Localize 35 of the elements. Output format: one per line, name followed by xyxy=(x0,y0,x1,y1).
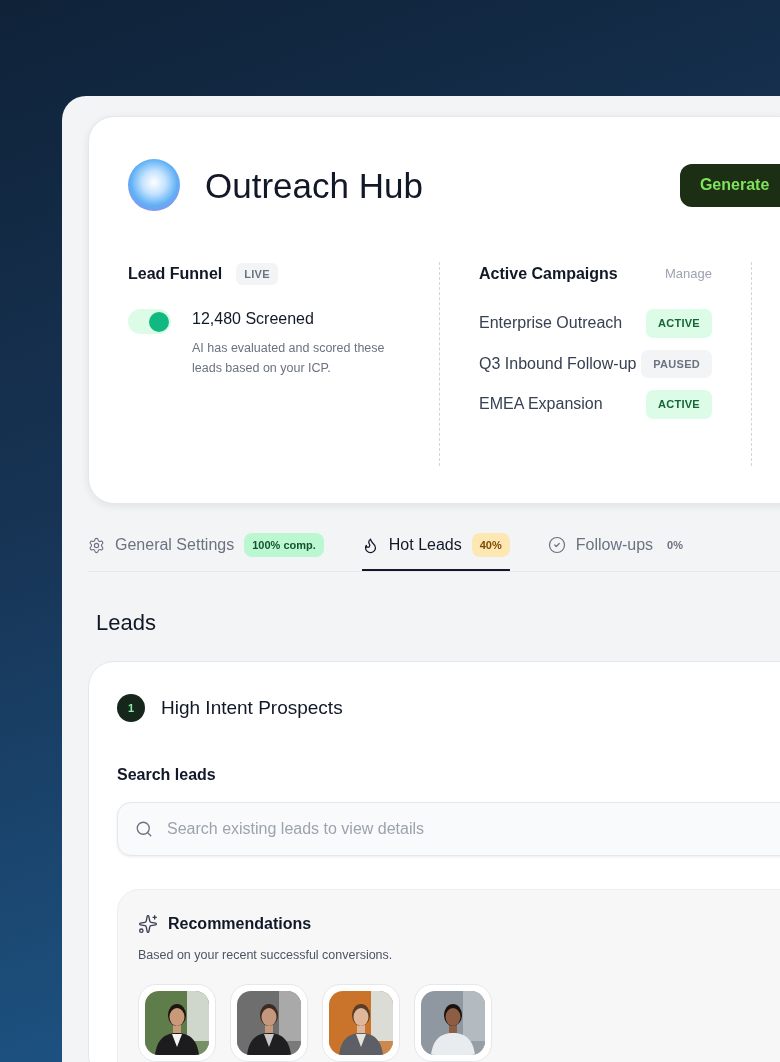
settings-icon xyxy=(88,536,105,554)
screened-count: 12,480 Screened xyxy=(192,309,315,329)
completion-tag: 100% comp. xyxy=(244,532,324,558)
tab[interactable]: General Settings 100% comp. xyxy=(88,525,324,571)
tab[interactable]: Follow-ups 0% xyxy=(547,525,687,571)
section-heading: Active Campaigns xyxy=(479,264,618,284)
section-title: Leads xyxy=(96,609,157,637)
tab-label: Hot Leads xyxy=(388,535,462,555)
step-title: High Intent Prospects xyxy=(161,696,343,720)
funnel-description: AI has evaluated and scored these leads based on your ICP. xyxy=(192,340,386,377)
status-tag: PAUSED xyxy=(641,349,712,378)
hub-title: Outreach Hub xyxy=(205,167,423,203)
search-label: Search leads xyxy=(117,764,217,785)
orb-logo xyxy=(128,159,180,211)
campaign-name: Enterprise Outreach xyxy=(479,313,624,334)
recommendations-title: Recommendations xyxy=(168,913,312,934)
tab[interactable]: Hot Leads 40% xyxy=(361,525,510,571)
recommendations-subtitle: Based on your recent successful conversions. xyxy=(138,946,394,964)
status-tag: ACTIVE xyxy=(646,390,712,419)
step-number: 1 xyxy=(117,694,145,723)
section-heading: Lead Funnel xyxy=(128,264,223,284)
toggle-switch[interactable] xyxy=(128,309,171,334)
generate-button[interactable]: Generate xyxy=(679,163,780,207)
tab-label: Follow-ups xyxy=(575,535,654,555)
campaign-name: Q3 Inbound Follow-up xyxy=(479,353,637,374)
search-icon xyxy=(135,819,153,838)
check-circle-icon xyxy=(547,536,566,554)
sparkles-icon xyxy=(138,913,158,934)
completion-text: 0% xyxy=(666,537,684,553)
status-tag: LIVE xyxy=(236,262,278,286)
tab-label: General Settings xyxy=(115,535,235,555)
status-tag: ACTIVE xyxy=(646,309,712,338)
campaign-name: EMEA Expansion xyxy=(479,394,604,415)
completion-tag: 40% xyxy=(471,532,510,558)
search-field[interactable]: Search existing leads to view details xyxy=(117,801,780,856)
